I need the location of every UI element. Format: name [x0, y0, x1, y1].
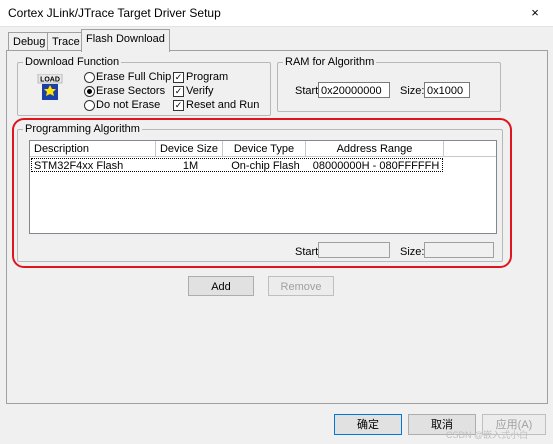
- verify-checkbox[interactable]: ✓: [173, 86, 184, 97]
- title-bar: Cortex JLink/JTrace Target Driver Setup …: [0, 0, 553, 27]
- tab-trace[interactable]: Trace: [47, 32, 85, 51]
- erase-sectors-radio[interactable]: [84, 86, 95, 97]
- tab-debug[interactable]: Debug: [8, 32, 51, 51]
- column-header-device-type[interactable]: Device Type: [223, 141, 306, 157]
- verify-label: Verify: [186, 85, 214, 97]
- tab-flash-download[interactable]: Flash Download: [81, 29, 170, 52]
- row-address-range: 08000000H - 080FFFFFH: [312, 160, 440, 172]
- erase-full-chip-radio[interactable]: [84, 72, 95, 83]
- column-header-description[interactable]: Description: [30, 141, 156, 157]
- program-checkbox[interactable]: ✓: [173, 72, 184, 83]
- load-icon: LOAD: [36, 73, 64, 102]
- close-button[interactable]: ×: [523, 3, 547, 23]
- row-description: STM32F4xx Flash: [34, 160, 124, 172]
- erase-full-chip-label: Erase Full Chip: [96, 71, 172, 83]
- column-header-address-range[interactable]: Address Range: [306, 141, 444, 157]
- column-header-filler: [444, 141, 496, 157]
- remove-button[interactable]: Remove: [268, 276, 334, 296]
- table-row[interactable]: STM32F4xx Flash 1M On-chip Flash 0800000…: [31, 158, 443, 172]
- algorithm-table[interactable]: Description Device Size Device Type Addr…: [29, 140, 497, 234]
- ram-size-label: Size:: [400, 85, 425, 97]
- reset-and-run-checkbox[interactable]: ✓: [173, 100, 184, 111]
- erase-sectors-label: Erase Sectors: [96, 85, 166, 97]
- reset-and-run-label: Reset and Run: [186, 99, 260, 111]
- algorithm-size-label: Size:: [400, 246, 425, 258]
- download-function-title: Download Function: [23, 56, 122, 68]
- ram-size-input[interactable]: 0x1000: [424, 82, 470, 98]
- algorithm-size-input[interactable]: [424, 242, 494, 258]
- row-device-type: On-chip Flash: [231, 160, 300, 172]
- add-button[interactable]: Add: [188, 276, 254, 296]
- ram-start-input[interactable]: 0x20000000: [318, 82, 390, 98]
- ram-title: RAM for Algorithm: [283, 56, 377, 68]
- watermark: CSDN @嵌入式小白: [446, 430, 529, 440]
- row-device-size: 1M: [182, 160, 199, 172]
- program-label: Program: [186, 71, 229, 83]
- ok-button[interactable]: 确定: [334, 414, 402, 435]
- load-icon-text: LOAD: [40, 77, 60, 84]
- algorithm-start-input[interactable]: [318, 242, 390, 258]
- column-header-device-size[interactable]: Device Size: [156, 141, 223, 157]
- do-not-erase-label: Do not Erase: [96, 99, 161, 111]
- programming-algorithm-title: Programming Algorithm: [23, 123, 142, 135]
- do-not-erase-radio[interactable]: [84, 100, 95, 111]
- window-title: Cortex JLink/JTrace Target Driver Setup: [8, 6, 221, 20]
